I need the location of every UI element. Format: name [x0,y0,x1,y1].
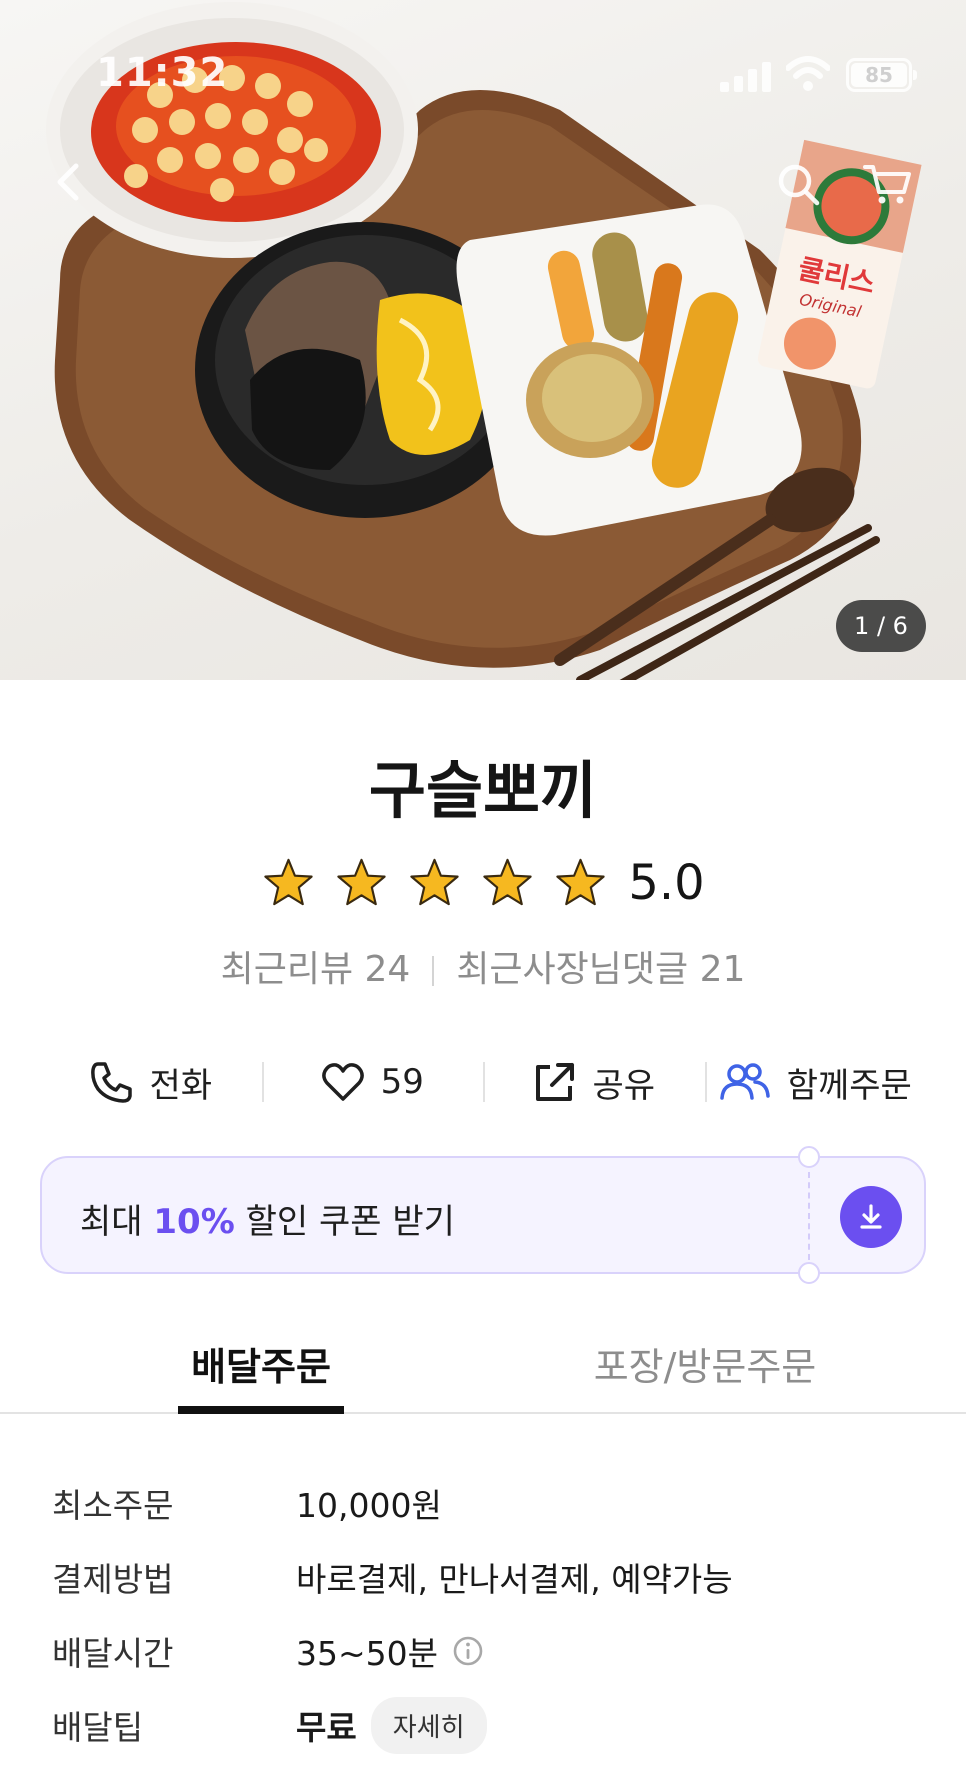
info-label: 결제방법 [52,1560,174,1599]
star-icon [483,858,532,905]
like-count: 59 [380,1062,424,1102]
group-order-label: 함께주문 [786,1065,912,1106]
wifi-icon [786,56,830,91]
info-row-min-order: 최소주문 10,000원 [52,1466,912,1540]
share-icon [536,1063,575,1101]
rating-value: 5.0 [628,855,705,911]
store-name: 구슬뽀끼 [368,754,598,827]
search-icon[interactable] [776,162,820,206]
coupon-percent: 10% [153,1202,235,1242]
coupon-notch [798,1146,820,1168]
star-icon [337,858,386,905]
coupon-text: 최대 10% 할인 쿠폰 받기 [80,1194,455,1243]
delivery-time-value: 35~50분 [296,1634,438,1673]
owner-replies-link[interactable]: 최근사장님댓글 21 [456,949,745,990]
info-value-group: 35~50분 [296,1627,484,1675]
info-icon[interactable] [452,1635,484,1667]
order-type-tabs: 배달주문 포장/방문주문 [0,1322,966,1414]
action-bar: 전화 59 공유 함께주문 [40,1050,926,1114]
info-label: 배달시간 [52,1634,174,1673]
battery-icon: 85 [846,58,917,92]
share-button[interactable]: 공유 [483,1050,705,1114]
tip-detail-button[interactable]: 자세히 [370,1696,487,1754]
info-value-group: 무료 자세히 [296,1696,487,1754]
info-row-payment: 결제방법 바로결제, 만나서결제, 예약가능 [52,1540,912,1614]
back-arrow-icon[interactable] [48,160,92,204]
delivery-info: 최소주문 10,000원 결제방법 바로결제, 만나서결제, 예약가능 배달시간… [52,1466,912,1762]
share-label: 공유 [592,1065,656,1106]
status-bar: 11:32 85 [0,0,966,150]
coupon-prefix: 최대 [80,1202,143,1242]
download-icon [860,1204,882,1229]
info-value: 바로결제, 만나서결제, 예약가능 [296,1560,733,1599]
call-label: 전화 [149,1065,213,1106]
cellular-signal-icon [720,62,771,92]
rating-row[interactable]: 5.0 [0,848,966,918]
tab-pickup[interactable]: 포장/방문주문 [560,1336,850,1391]
star-icon [264,858,313,905]
hero-photo[interactable]: 쿨리스 Original 11:32 85 1 / 6 [0,0,966,680]
info-row-delivery-tip: 배달팁 무료 자세히 [52,1688,912,1762]
coupon-banner[interactable]: 최대 10% 할인 쿠폰 받기 [40,1146,926,1284]
group-order-button[interactable]: 함께주문 [704,1050,927,1114]
coupon-notch [798,1262,820,1284]
coupon-suffix: 할인 쿠폰 받기 [245,1202,455,1242]
status-time: 11:32 [96,50,229,96]
divider [432,956,435,986]
info-value: 10,000원 [296,1486,442,1525]
image-counter: 1 / 6 [836,600,926,652]
info-label: 배달팁 [52,1708,144,1747]
coupon-divider [808,1172,810,1260]
info-row-delivery-time: 배달시간 35~50분 [52,1614,912,1688]
active-tab-indicator [178,1406,344,1414]
like-button[interactable]: 59 [261,1050,484,1114]
phone-icon [91,1062,133,1103]
battery-level: 85 [851,63,907,87]
info-label: 최소주문 [52,1486,174,1525]
recent-reviews-link[interactable]: 최근리뷰 24 [221,949,411,990]
tab-delivery[interactable]: 배달주문 [178,1336,344,1391]
star-icon [410,858,459,905]
call-button[interactable]: 전화 [40,1050,262,1114]
heart-icon [321,1063,364,1101]
star-rating [261,856,608,911]
group-users-icon [719,1063,770,1100]
cart-icon[interactable] [862,162,912,206]
delivery-tip-value: 무료 [296,1708,357,1747]
star-icon [556,858,605,905]
review-summary: 최근리뷰 24 최근사장님댓글 21 [0,940,966,992]
coupon-download-button[interactable] [840,1186,902,1248]
